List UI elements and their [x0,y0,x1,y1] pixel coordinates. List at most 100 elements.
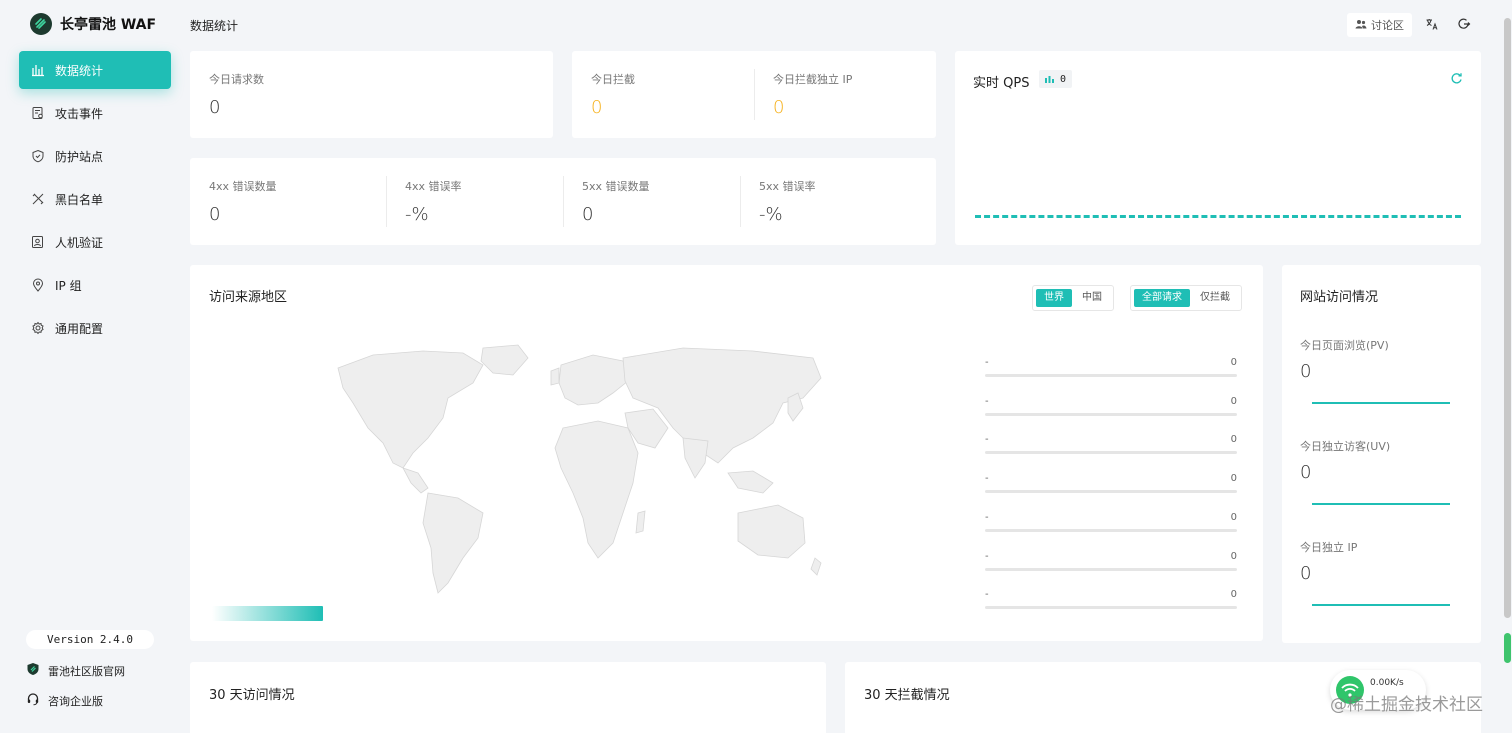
site-visits-title: 网站访问情况 [1300,290,1379,305]
translate-icon [1425,17,1439,34]
err5xx-rate-value: -% [759,204,783,225]
mini-bar-icon [1045,72,1054,86]
language-switch-button[interactable] [1420,13,1444,37]
stat-label: 今日拦截独立 IP [773,73,853,86]
person-verify-icon [31,235,45,249]
ranking-bar [985,451,1237,454]
err4xx-count-value: 0 [209,204,221,225]
stat-label: 5xx 错误率 [759,180,816,193]
blocked-30d-title: 30 天拦截情况 [864,688,950,703]
ranking-region: - [985,396,989,407]
uv-sparkline [1312,503,1450,505]
today-blocked-ip-value: 0 [773,97,785,118]
err4xx-rate-value: -% [405,204,429,225]
stat-label: 今日拦截 [591,73,635,86]
ranking-row: -0 [985,512,1237,532]
ranking-count: 0 [1230,357,1237,368]
sidebar-item-attacks[interactable]: 攻击事件 [19,94,171,132]
sidebar-item-blackwhite[interactable]: 黑白名单 [19,180,171,218]
ranking-row: -0 [985,589,1237,609]
world-map[interactable] [333,343,823,595]
stat-label: 5xx 错误数量 [582,180,650,193]
ranking-region: - [985,551,989,562]
qps-value: 0 [1060,73,1067,85]
brand-logo[interactable]: 长亭雷池 WAF [30,12,156,36]
divider [563,176,564,227]
enterprise-consult-link[interactable]: 咨询企业版 [26,692,103,709]
page-scrollbar[interactable] [1504,18,1511,618]
brand-name: 长亭雷池 WAF [60,17,157,33]
ranking-count: 0 [1230,434,1237,445]
sidebar-item-label: 人机验证 [55,235,104,250]
ranking-count: 0 [1230,589,1237,600]
divider [740,176,741,227]
visits-30d-title: 30 天访问情况 [209,688,295,703]
filter-all-option[interactable]: 全部请求 [1134,289,1190,307]
today-blocked-card: 今日拦截 0 今日拦截独立 IP 0 [572,51,936,138]
realtime-qps-card: 实时 QPS 0 [955,51,1481,245]
ranking-row: -0 [985,473,1237,493]
speed-value: 0.00K/s [1370,678,1404,688]
uv-label: 今日独立访客(UV) [1300,440,1391,453]
sidebar-item-captcha[interactable]: 人机验证 [19,223,171,261]
page-title: 数据统计 [190,19,239,33]
refresh-icon[interactable] [1450,72,1463,88]
location-pin-icon [31,278,45,292]
bar-chart-icon [31,63,45,77]
sidebar-item-sites[interactable]: 防护站点 [19,137,171,175]
ip-label: 今日独立 IP [1300,541,1358,554]
ip-sparkline [1312,604,1450,606]
community-site-link[interactable]: 雷池社区版官网 [26,662,125,679]
qps-line [975,215,1461,218]
stat-label: 今日请求数 [209,73,264,86]
forum-button[interactable]: 讨论区 [1347,13,1412,37]
map-title: 访问来源地区 [209,290,288,305]
stat-label: 4xx 错误数量 [209,180,277,193]
ranking-bar [985,606,1237,609]
uv-value: 0 [1300,462,1312,483]
ranking-count: 0 [1230,396,1237,407]
qps-badge: 0 [1039,70,1073,88]
qps-title: 实时 QPS [973,76,1030,91]
ranking-region: - [985,512,989,523]
error-stats-card: 4xx 错误数量 0 4xx 错误率 -% 5xx 错误数量 0 5xx 错误率… [190,158,936,245]
sidebar-item-stats[interactable]: 数据统计 [19,51,171,89]
filter-blocked-option[interactable]: 仅拦截 [1192,289,1238,307]
filter-toggle: 全部请求 仅拦截 [1130,285,1242,311]
err5xx-count-value: 0 [582,204,594,225]
sidebar-item-label: IP 组 [55,278,82,293]
sidebar-item-settings[interactable]: 通用配置 [19,309,171,347]
enterprise-link-label: 咨询企业版 [48,694,103,708]
ranking-bar [985,529,1237,532]
pv-label: 今日页面浏览(PV) [1300,339,1389,352]
sidebar-item-label: 攻击事件 [55,106,104,121]
stat-label: 4xx 错误率 [405,180,462,193]
sidebar-item-label: 黑白名单 [55,192,104,207]
community-link-label: 雷池社区版官网 [48,664,125,678]
headset-icon [26,692,40,709]
ranking-row: -0 [985,357,1237,377]
site-visits-card: 网站访问情况 今日页面浏览(PV) 0 今日独立访客(UV) 0 今日独立 IP… [1282,265,1481,643]
ranking-bar [985,413,1237,416]
ranking-region: - [985,357,989,368]
ranking-count: 0 [1230,512,1237,523]
scope-toggle: 世界 中国 [1032,285,1114,311]
divider [754,69,755,120]
power-icon [1457,17,1471,34]
shield-icon [31,149,45,163]
sidebar-item-ipgroup[interactable]: IP 组 [19,266,171,304]
scope-world-option[interactable]: 世界 [1036,289,1072,307]
header-actions: 讨论区 [1347,13,1476,37]
logo-icon [30,13,52,35]
logout-button[interactable] [1452,13,1476,37]
scrollbar-indicator [1504,633,1511,663]
today-requests-card: 今日请求数 0 [190,51,553,138]
version-badge: Version 2.4.0 [26,630,154,649]
scope-china-option[interactable]: 中国 [1074,289,1110,307]
ranking-bar [985,568,1237,571]
ranking-row: -0 [985,396,1237,416]
ranking-region: - [985,473,989,484]
ranking-bar [985,490,1237,493]
pv-sparkline [1312,402,1450,404]
sidebar-item-label: 数据统计 [55,63,104,78]
